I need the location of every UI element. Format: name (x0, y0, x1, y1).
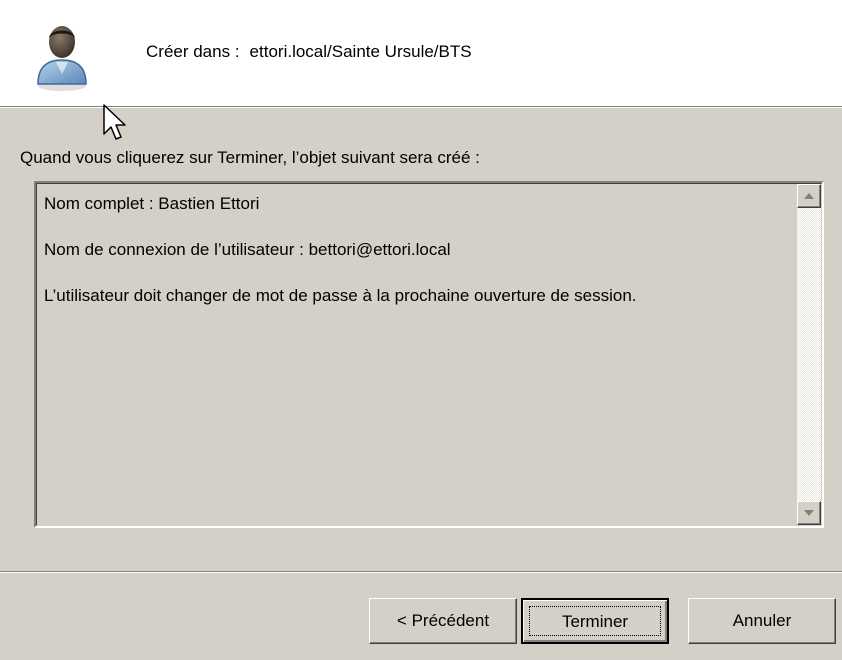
summary-line-logon-name: Nom de connexion de l’utilisateur : bett… (44, 240, 451, 259)
create-user-wizard-dialog: Créer dans : ettori.local/Sainte Ursule/B… (0, 0, 842, 660)
intro-text: Quand vous cliquerez sur Terminer, l’obj… (20, 148, 480, 167)
previous-button-label: < Précédent (396, 611, 490, 630)
wizard-header: Créer dans : ettori.local/Sainte Ursule/B… (0, 0, 842, 106)
create-in-path: ettori.local/Sainte Ursule/BTS (249, 42, 472, 61)
summary-line-password-change: L’utilisateur doit changer de mot de pas… (44, 286, 637, 305)
previous-button[interactable]: < Précédent (369, 598, 517, 644)
arrow-down-icon (804, 510, 814, 516)
finish-button-label: Terminer (561, 612, 629, 631)
scroll-down-button[interactable] (797, 501, 821, 525)
summary-text: Nom complet : Bastien Ettori Nom de conn… (44, 193, 787, 331)
summary-line-full-name: Nom complet : Bastien Ettori (44, 194, 260, 213)
create-in-label: Créer dans : (146, 42, 240, 61)
arrow-up-icon (804, 193, 814, 199)
summary-scrollbar[interactable] (797, 184, 821, 525)
user-icon (32, 22, 94, 92)
summary-box[interactable]: Nom complet : Bastien Ettori Nom de conn… (34, 181, 824, 528)
scroll-up-button[interactable] (797, 184, 821, 208)
mouse-cursor-icon (103, 104, 127, 147)
footer-separator (0, 571, 842, 573)
finish-button[interactable]: Terminer (521, 598, 669, 644)
cancel-button-label: Annuler (732, 611, 792, 630)
create-in-line: Créer dans : ettori.local/Sainte Ursule/B… (146, 42, 472, 62)
cancel-button[interactable]: Annuler (688, 598, 836, 644)
